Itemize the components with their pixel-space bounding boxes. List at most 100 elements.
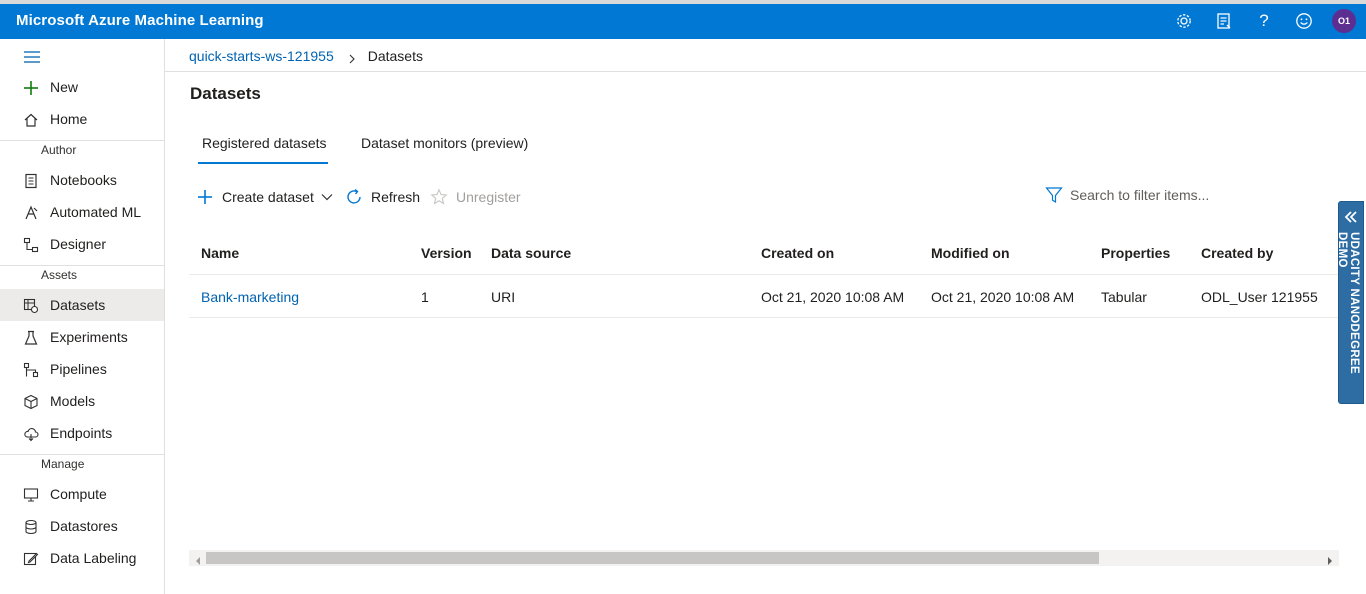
side-panel-tab[interactable]: UDACITY NANODEGREE DEMO	[1336, 201, 1364, 404]
monitor-icon	[22, 486, 40, 504]
hamburger-menu-icon[interactable]	[22, 50, 42, 64]
filter-funnel-icon	[1045, 186, 1063, 204]
breadcrumb-divider	[165, 71, 1366, 72]
help-question-icon[interactable]: ?	[1253, 10, 1275, 32]
nav-pipelines[interactable]: Pipelines	[0, 354, 164, 384]
nav-experiments[interactable]: Experiments	[0, 322, 164, 352]
scroll-right-arrow-icon[interactable]	[1325, 553, 1335, 565]
smiley-feedback-icon[interactable]	[1293, 10, 1315, 32]
column-header-created-by[interactable]: Created by	[1201, 245, 1273, 261]
nav-notebooks-label: Notebooks	[50, 172, 117, 188]
app-title[interactable]: Microsoft Azure Machine Learning	[16, 12, 264, 29]
nav-divider	[0, 454, 164, 455]
column-header-version[interactable]: Version	[421, 245, 472, 261]
datasets-icon	[22, 297, 40, 315]
nav-home[interactable]: Home	[0, 104, 164, 134]
nav-section-assets: Assets	[41, 268, 78, 282]
left-nav: New Home Author Notebooks Automated ML D…	[0, 39, 165, 594]
nav-designer[interactable]: Designer	[0, 229, 164, 259]
nav-data-labeling[interactable]: Data Labeling	[0, 543, 164, 573]
side-panel-label: UDACITY NANODEGREE DEMO	[1336, 232, 1360, 374]
feedback-list-icon[interactable]	[1213, 10, 1235, 32]
designer-icon	[22, 236, 40, 254]
notebook-icon	[22, 172, 40, 190]
column-header-data-source[interactable]: Data source	[491, 245, 571, 261]
refresh-button[interactable]: Refresh	[345, 185, 420, 209]
plus-icon	[22, 79, 40, 97]
scroll-left-arrow-icon[interactable]	[193, 553, 203, 565]
nav-experiments-label: Experiments	[50, 329, 128, 345]
cell-version: 1	[421, 289, 429, 305]
nav-automated-ml[interactable]: Automated ML	[0, 197, 164, 227]
settings-gear-icon[interactable]	[1173, 10, 1195, 32]
create-dataset-button[interactable]: Create dataset	[196, 185, 333, 209]
tab-dataset-monitors[interactable]: Dataset monitors (preview)	[361, 135, 528, 151]
nav-divider	[0, 265, 164, 266]
cell-created-on: Oct 21, 2020 10:08 AM	[761, 289, 905, 305]
refresh-icon	[345, 188, 363, 206]
create-dataset-label: Create dataset	[222, 189, 314, 205]
nav-pipelines-label: Pipelines	[50, 361, 107, 377]
nav-models-label: Models	[50, 393, 96, 409]
breadcrumb-workspace-link[interactable]: quick-starts-ws-121955	[189, 48, 334, 64]
tab-registered-datasets[interactable]: Registered datasets	[202, 135, 327, 151]
search-input[interactable]	[1070, 187, 1330, 203]
star-icon	[430, 188, 448, 206]
breadcrumb: quick-starts-ws-121955 Datasets	[189, 48, 423, 64]
cloud-endpoint-icon	[22, 425, 40, 443]
nav-compute-label: Compute	[50, 486, 107, 502]
automated-ml-icon	[22, 204, 40, 222]
nav-new-label: New	[50, 79, 79, 95]
nav-endpoints-label: Endpoints	[50, 425, 113, 441]
table-header: Name Version Data source Created on Modi…	[189, 237, 1339, 275]
edit-label-icon	[22, 550, 40, 568]
nav-datasets[interactable]: Datasets	[0, 289, 164, 321]
cell-properties: Tabular	[1101, 289, 1147, 305]
nav-compute[interactable]: Compute	[0, 479, 164, 509]
nav-notebooks[interactable]: Notebooks	[0, 165, 164, 195]
table-row[interactable]: Bank-marketing 1 URI Oct 21, 2020 10:08 …	[189, 276, 1339, 318]
column-header-created-on[interactable]: Created on	[761, 245, 834, 261]
nav-section-author: Author	[41, 143, 77, 157]
filter-search-box[interactable]	[1045, 183, 1345, 207]
breadcrumb-current: Datasets	[367, 48, 423, 64]
nav-endpoints[interactable]: Endpoints	[0, 418, 164, 448]
flask-icon	[22, 329, 40, 347]
selected-tab-indicator	[198, 162, 328, 164]
cell-created-by: ODL_User 121955	[1201, 289, 1318, 305]
chevron-right-icon	[348, 51, 356, 64]
column-header-properties[interactable]: Properties	[1101, 245, 1170, 261]
nav-data-labeling-label: Data Labeling	[50, 550, 137, 566]
plus-icon	[196, 188, 214, 206]
nav-datasets-label: Datasets	[50, 297, 106, 313]
cell-modified-on: Oct 21, 2020 10:08 AM	[931, 289, 1075, 305]
nav-new[interactable]: New	[0, 72, 164, 102]
chevron-down-icon	[321, 193, 333, 201]
double-chevron-left-icon	[1343, 209, 1359, 225]
top-bar: Microsoft Azure Machine Learning ? O1	[0, 4, 1366, 39]
pipeline-icon	[22, 361, 40, 379]
refresh-label: Refresh	[371, 189, 421, 205]
nav-home-label: Home	[50, 111, 88, 127]
cell-data-source: URI	[491, 289, 516, 305]
database-icon	[22, 518, 40, 536]
scrollbar-thumb[interactable]	[206, 552, 1099, 564]
user-avatar[interactable]: O1	[1332, 9, 1356, 33]
column-header-name[interactable]: Name	[201, 245, 239, 261]
nav-designer-label: Designer	[50, 236, 107, 252]
cube-icon	[22, 393, 40, 411]
home-icon	[22, 111, 40, 129]
horizontal-scrollbar[interactable]	[189, 550, 1339, 566]
unregister-button[interactable]: Unregister	[430, 185, 521, 209]
column-header-modified-on[interactable]: Modified on	[931, 245, 1010, 261]
nav-section-manage: Manage	[41, 457, 85, 471]
unregister-label: Unregister	[456, 189, 521, 205]
nav-models[interactable]: Models	[0, 386, 164, 416]
nav-divider	[0, 140, 164, 141]
nav-automated-ml-label: Automated ML	[50, 204, 142, 220]
dataset-name-link[interactable]: Bank-marketing	[201, 289, 299, 305]
main-content: quick-starts-ws-121955 Datasets Datasets…	[165, 39, 1366, 594]
nav-datastores-label: Datastores	[50, 518, 118, 534]
page-title: Datasets	[190, 84, 261, 103]
nav-datastores[interactable]: Datastores	[0, 511, 164, 541]
